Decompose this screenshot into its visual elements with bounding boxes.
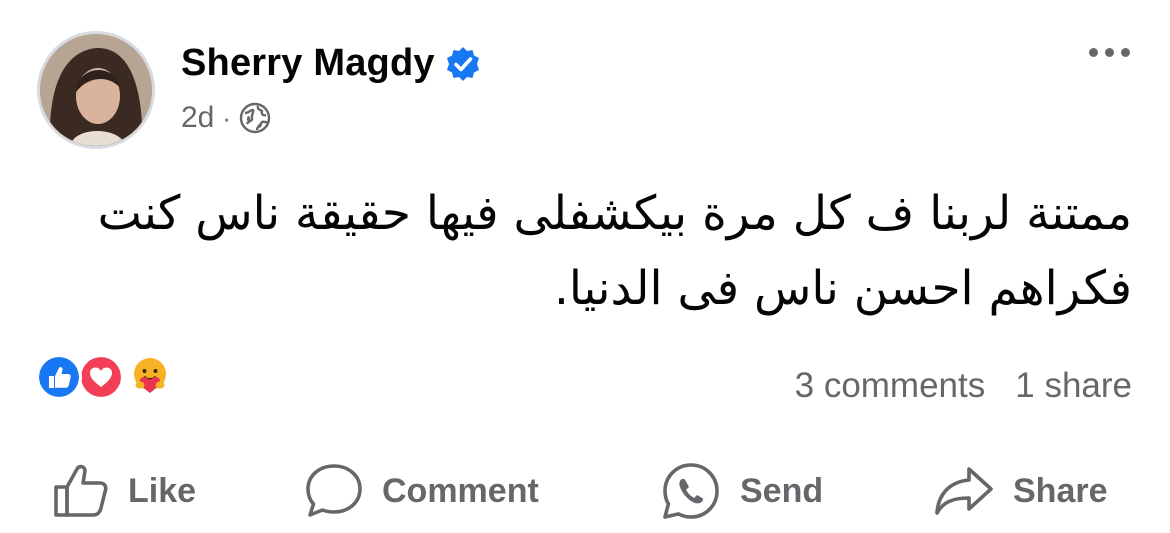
avatar[interactable] bbox=[37, 31, 155, 149]
post-text: ممتنة لربنا ف كل مرة بيكشفلى فيها حقيقة … bbox=[97, 186, 1132, 316]
author-name[interactable]: Sherry Magdy bbox=[181, 42, 435, 85]
action-bar: Like Comment Send Share bbox=[0, 458, 1170, 528]
more-dot bbox=[1121, 48, 1130, 57]
like-button[interactable]: Like bbox=[52, 458, 196, 524]
comment-bubble-icon bbox=[306, 464, 362, 517]
comment-button[interactable]: Comment bbox=[304, 458, 539, 524]
more-options-icon[interactable] bbox=[1089, 48, 1130, 57]
whatsapp-icon bbox=[663, 463, 719, 519]
share-arrow-icon bbox=[935, 467, 993, 515]
post-meta: 2d · bbox=[181, 101, 271, 135]
comments-count[interactable]: 3 comments bbox=[795, 366, 986, 406]
reactions-summary[interactable] bbox=[36, 352, 186, 400]
care-reaction-icon bbox=[126, 352, 174, 400]
facebook-post: Sherry Magdy 2d · ممتنة لربنا ف كل مرة ب… bbox=[0, 0, 1170, 533]
meta-separator: · bbox=[222, 102, 232, 133]
share-button[interactable]: Share bbox=[933, 458, 1108, 524]
like-label: Like bbox=[128, 471, 197, 510]
like-reaction-icon bbox=[36, 354, 82, 400]
author-line: Sherry Magdy bbox=[181, 42, 481, 85]
post-timestamp[interactable]: 2d bbox=[181, 101, 214, 135]
globe-icon[interactable] bbox=[239, 102, 271, 134]
shares-count[interactable]: 1 share bbox=[1015, 366, 1132, 406]
send-button[interactable]: Send bbox=[660, 458, 823, 524]
verified-badge-icon bbox=[446, 46, 479, 81]
love-reaction-icon bbox=[78, 354, 124, 400]
more-dot bbox=[1105, 48, 1114, 57]
comment-label: Comment bbox=[382, 471, 539, 510]
share-label: Share bbox=[1013, 471, 1108, 510]
engagement-counts: 3 comments 1 share bbox=[795, 366, 1132, 406]
more-dot bbox=[1089, 48, 1098, 57]
avatar-photo bbox=[40, 34, 152, 146]
send-label: Send bbox=[740, 471, 824, 510]
thumbs-up-icon bbox=[54, 464, 108, 517]
